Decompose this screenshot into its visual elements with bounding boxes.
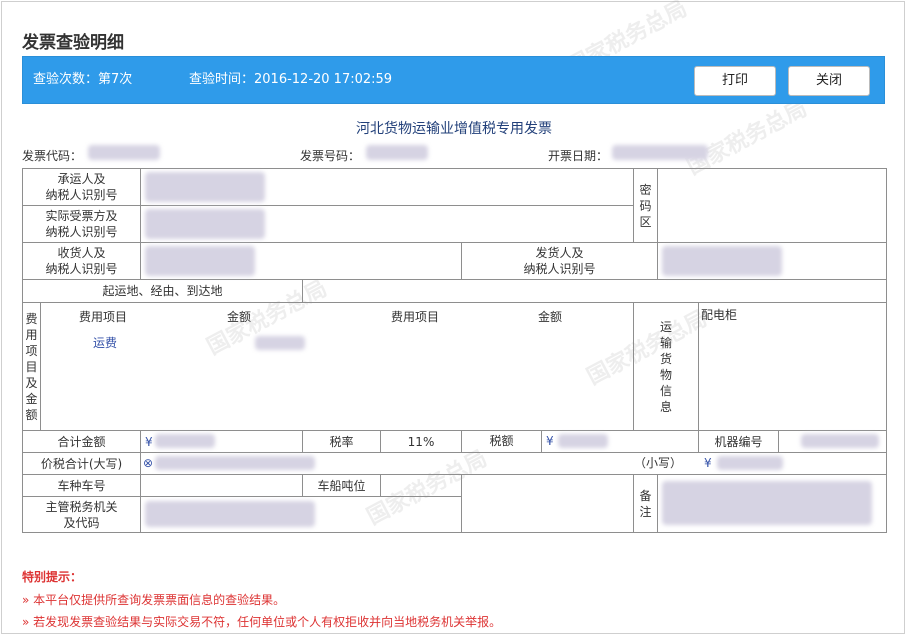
total-with-tax-label: 价税合计(大写): [21, 452, 142, 475]
fee-section-label: 费 用 项 目 及 金 额: [22, 302, 41, 431]
redacted-carrier: [145, 172, 266, 202]
redacted-shipper: [662, 246, 783, 276]
print-button[interactable]: 打印: [694, 66, 776, 96]
tonnage-label: 车船吨位: [302, 474, 382, 497]
tax-amount-prefix: ¥: [546, 434, 554, 448]
check-time: 查验时间：2016-12-20 17:02:59: [189, 72, 393, 87]
redacted-remarks: [662, 481, 873, 525]
total-with-tax-value: ⊗ （小写） ¥: [140, 452, 888, 475]
redacted-small-amount: [717, 456, 784, 470]
redacted-total-with-tax: [155, 456, 316, 470]
total-amount-label: 合计金额: [21, 430, 142, 453]
small-prefix: ¥: [704, 456, 712, 470]
redacted-consignee: [145, 246, 256, 276]
notes-line: » 若发现发票查验结果与实际交易不符，任何单位或个人有权拒收并向当地税务机关举报…: [22, 615, 502, 629]
fee-item-header-1: 费用项目: [79, 310, 128, 324]
fee-item-header-2: 费用项目: [391, 310, 440, 324]
amount-header-2: 金额: [538, 310, 563, 324]
shipper-label: 发货人及 纳税人识别号: [461, 242, 659, 280]
route-label: 起运地、经由、到达地: [21, 279, 304, 303]
redacted-invoice-number: [366, 145, 428, 160]
route-value: [302, 279, 888, 303]
issue-date-label: 开票日期：: [548, 149, 609, 163]
remarks-label: 备 注: [633, 474, 659, 533]
total-with-tax-prefix: ⊗: [143, 456, 154, 470]
invoice-number-label: 发票号码：: [300, 149, 361, 163]
redacted-total-amount: [155, 434, 216, 448]
remarks-spacer: [461, 474, 634, 533]
machine-no-value: [778, 430, 888, 453]
tax-amount-cell: 税额 ¥: [461, 430, 700, 453]
carrier-label: 承运人及 纳税人识别号: [21, 168, 142, 206]
password-area-label: 密 码 区: [633, 168, 659, 243]
tax-authority-value: [140, 496, 463, 533]
header-bar: 查验次数：第7次 查验时间：2016-12-20 17:02:59 打印 关闭: [22, 56, 885, 104]
amount-header-1: 金额: [227, 310, 252, 324]
redacted-fee-amount: [255, 336, 305, 350]
redacted-machine-no: [801, 434, 880, 448]
vehicle-value: [140, 474, 304, 497]
shipper-value: [657, 242, 888, 280]
remarks-value: [657, 474, 888, 533]
tax-amount-label: 税额: [462, 431, 543, 452]
receiver-party-label: 实际受票方及 纳税人识别号: [21, 205, 142, 243]
password-area: [657, 168, 888, 243]
total-amount-prefix: ¥: [145, 434, 153, 449]
receiver-party-value: [140, 205, 635, 243]
vehicle-label: 车种车号: [21, 474, 142, 497]
consignee-label: 收货人及 纳税人识别号: [21, 242, 142, 280]
redacted-tax-authority: [145, 501, 316, 527]
redacted-issue-date: [612, 145, 708, 160]
notes-line: » 本平台仅提供所查询发票票面信息的查验结果。: [22, 593, 286, 607]
check-count: 查验次数：第7次: [33, 72, 133, 87]
redacted-invoice-code: [88, 145, 160, 160]
consignee-value: [140, 242, 463, 280]
tax-rate-value: 11%: [380, 430, 463, 453]
invoice-title: 河北货物运输业增值税专用发票: [356, 121, 552, 137]
special-notes: 特别提示： » 本平台仅提供所查询发票票面信息的查验结果。 » 若发现发票查验结…: [22, 568, 501, 635]
machine-no-label: 机器编号: [698, 430, 780, 453]
redacted-tax-amount: [558, 434, 609, 448]
tax-rate-label: 税率: [302, 430, 382, 453]
total-amount-value: ¥: [140, 430, 304, 453]
cargo-info-label: 运 输 货 物 信 息: [633, 302, 700, 431]
small-label: （小写）: [634, 456, 683, 470]
tonnage-value: [380, 474, 463, 497]
carrier-value: [140, 168, 635, 206]
invoice-code-label: 发票代码：: [22, 149, 83, 163]
cargo-info-value: 配电柜: [698, 302, 888, 431]
close-button[interactable]: 关闭: [788, 66, 870, 96]
fee-items-area: 费用项目 金额 费用项目 金额 运费: [39, 302, 635, 431]
page-title: 发票查验明细: [22, 33, 124, 53]
notes-heading: 特别提示：: [22, 570, 83, 584]
tax-authority-label: 主管税务机关 及代码: [21, 496, 142, 533]
invoice-table: 承运人及 纳税人识别号 密 码 区 实际受票方及 纳税人识别号 收货人及 纳税人…: [21, 168, 888, 533]
fee-item-value: 运费: [93, 336, 118, 350]
redacted-receiver-party: [145, 209, 266, 239]
